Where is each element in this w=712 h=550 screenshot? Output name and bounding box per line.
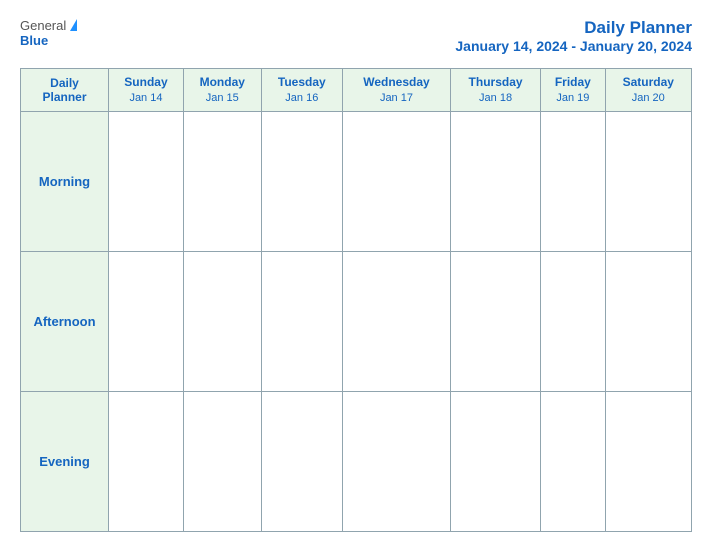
col-tuesday: Tuesday Jan 16 — [261, 69, 342, 112]
title-area: Daily Planner January 14, 2024 - January… — [455, 18, 692, 54]
morning-wednesday-cell[interactable] — [342, 111, 450, 251]
calendar-table: DailyPlanner Sunday Jan 14 Monday Jan 15… — [20, 68, 692, 532]
morning-friday-cell[interactable] — [541, 111, 605, 251]
day-date-thursday: Jan 18 — [455, 91, 536, 105]
day-date-friday: Jan 19 — [545, 91, 600, 105]
morning-saturday-cell[interactable] — [605, 111, 691, 251]
afternoon-friday-cell[interactable] — [541, 251, 605, 391]
day-name-friday: Friday — [545, 75, 600, 91]
evening-tuesday-cell[interactable] — [261, 391, 342, 531]
day-date-tuesday: Jan 16 — [266, 91, 338, 105]
afternoon-monday-cell[interactable] — [183, 251, 261, 391]
morning-monday-cell[interactable] — [183, 111, 261, 251]
morning-row: Morning — [21, 111, 692, 251]
evening-row: Evening — [21, 391, 692, 531]
afternoon-sunday-cell[interactable] — [109, 251, 184, 391]
morning-sunday-cell[interactable] — [109, 111, 184, 251]
afternoon-saturday-cell[interactable] — [605, 251, 691, 391]
evening-friday-cell[interactable] — [541, 391, 605, 531]
col-monday: Monday Jan 15 — [183, 69, 261, 112]
evening-monday-cell[interactable] — [183, 391, 261, 531]
logo-area: General Blue — [20, 18, 77, 48]
evening-thursday-cell[interactable] — [450, 391, 540, 531]
day-date-wednesday: Jan 17 — [347, 91, 446, 105]
day-name-monday: Monday — [188, 75, 257, 91]
afternoon-tuesday-cell[interactable] — [261, 251, 342, 391]
afternoon-thursday-cell[interactable] — [450, 251, 540, 391]
day-name-sunday: Sunday — [113, 75, 179, 91]
col-thursday: Thursday Jan 18 — [450, 69, 540, 112]
morning-label: Morning — [21, 111, 109, 251]
evening-saturday-cell[interactable] — [605, 391, 691, 531]
day-date-saturday: Jan 20 — [610, 91, 687, 105]
day-name-thursday: Thursday — [455, 75, 536, 91]
col-wednesday: Wednesday Jan 17 — [342, 69, 450, 112]
date-range: January 14, 2024 - January 20, 2024 — [455, 38, 692, 54]
afternoon-row: Afternoon — [21, 251, 692, 391]
logo-general-text: General — [20, 18, 66, 33]
evening-wednesday-cell[interactable] — [342, 391, 450, 531]
day-date-sunday: Jan 14 — [113, 91, 179, 105]
logo-triangle-icon — [70, 19, 77, 31]
evening-sunday-cell[interactable] — [109, 391, 184, 531]
logo-text: General — [20, 18, 77, 33]
main-title: Daily Planner — [455, 18, 692, 38]
col-friday: Friday Jan 19 — [541, 69, 605, 112]
day-date-monday: Jan 15 — [188, 91, 257, 105]
afternoon-label: Afternoon — [21, 251, 109, 391]
day-name-saturday: Saturday — [610, 75, 687, 91]
morning-tuesday-cell[interactable] — [261, 111, 342, 251]
daily-planner-col-label: DailyPlanner — [42, 76, 86, 104]
evening-label: Evening — [21, 391, 109, 531]
day-name-wednesday: Wednesday — [347, 75, 446, 91]
logo-blue-text: Blue — [20, 33, 48, 48]
column-header-row: DailyPlanner Sunday Jan 14 Monday Jan 15… — [21, 69, 692, 112]
afternoon-wednesday-cell[interactable] — [342, 251, 450, 391]
header: General Blue Daily Planner January 14, 2… — [20, 18, 692, 54]
col-sunday: Sunday Jan 14 — [109, 69, 184, 112]
col-header-label: DailyPlanner — [21, 69, 109, 112]
col-saturday: Saturday Jan 20 — [605, 69, 691, 112]
day-name-tuesday: Tuesday — [266, 75, 338, 91]
page: General Blue Daily Planner January 14, 2… — [0, 0, 712, 550]
morning-thursday-cell[interactable] — [450, 111, 540, 251]
